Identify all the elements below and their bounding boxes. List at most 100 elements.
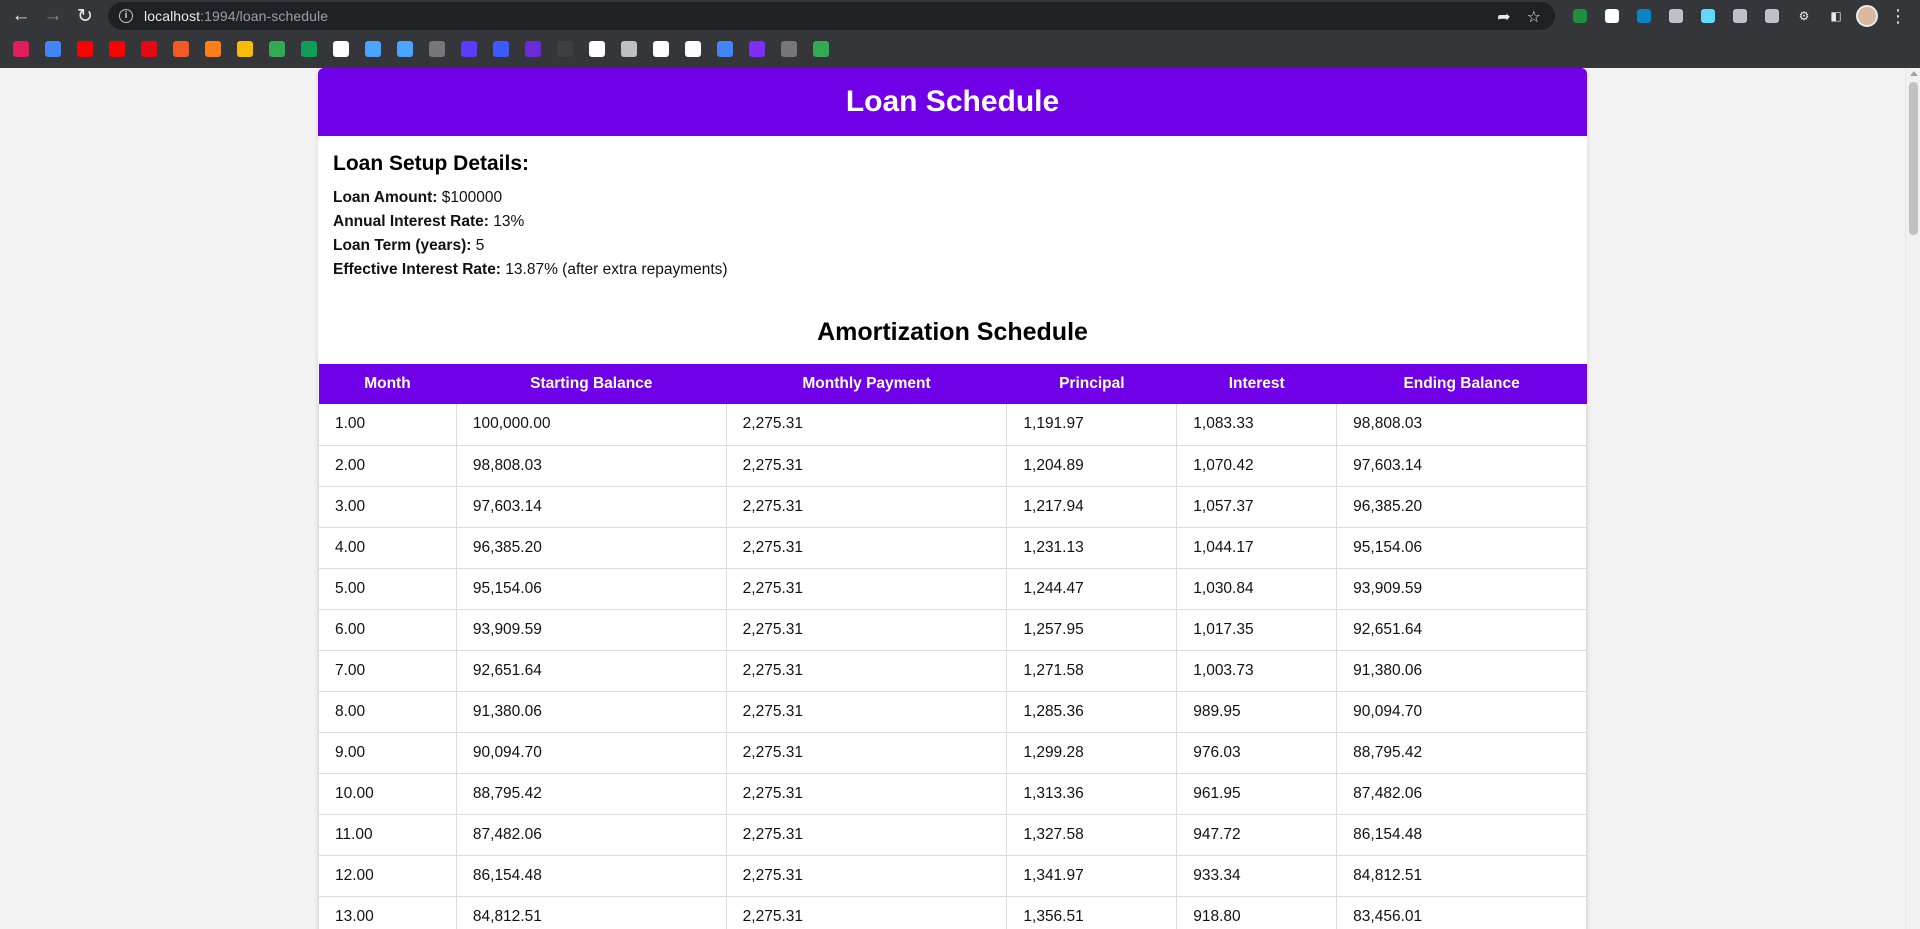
blue-b-ext-icon[interactable] [1632, 5, 1656, 27]
mouse-ext-icon-glyph [1669, 9, 1683, 23]
slack-bookmark-icon-glyph [13, 41, 29, 57]
drive-bookmark-icon-glyph [813, 41, 829, 57]
chrome-menu-icon[interactable]: ⋮ [1886, 5, 1910, 27]
scrollbar-thumb[interactable] [1909, 82, 1918, 235]
principal-cell: 1,271.58 [1006, 650, 1178, 692]
field-label: Annual Interest Rate: [333, 213, 489, 230]
loan-amount-line: Loan Amount: $100000 [333, 186, 1572, 210]
red-shield-bookmark-icon-glyph [173, 41, 189, 57]
field-label: Loan Term (years): [333, 237, 472, 254]
reload-icon[interactable]: ↻ [70, 1, 100, 31]
column-header-interest: Interest [1176, 364, 1337, 404]
field-value: 5 [471, 237, 485, 254]
purple-square-bookmark-icon[interactable] [458, 38, 480, 60]
page-scrollbar[interactable] [1905, 68, 1920, 929]
grey-gear2-bookmark-icon[interactable] [778, 38, 800, 60]
w-ext-icon[interactable] [1600, 5, 1624, 27]
address-bar[interactable]: i localhost:1994/loan-schedule ➦ ☆ [108, 2, 1555, 30]
sheets-bookmark-icon-glyph [301, 41, 317, 57]
grey-gear-bookmark-icon[interactable] [426, 38, 448, 60]
month-cell: 2.00 [318, 445, 457, 487]
loan-setup-section: Loan Setup Details: Loan Amount: $100000… [318, 136, 1587, 282]
monthly-payment-cell: 2,275.31 [726, 486, 1008, 528]
interest-cell: 961.95 [1176, 773, 1338, 815]
medium-bookmark-icon[interactable] [586, 38, 608, 60]
multicolor-bookmark-icon[interactable] [42, 38, 64, 60]
column-header-starting-balance: Starting Balance [456, 364, 727, 404]
principal-cell: 1,191.97 [1006, 404, 1178, 446]
running-man-bookmark-icon-glyph [269, 41, 285, 57]
vuex-ext-icon[interactable] [1760, 5, 1784, 27]
youtube-music-bookmark-icon[interactable] [106, 38, 128, 60]
forward-arrow-icon[interactable]: → [38, 1, 68, 31]
monthly-payment-cell: 2,275.31 [726, 896, 1008, 929]
url-text[interactable]: localhost:1994/loan-schedule [144, 8, 328, 24]
principal-cell: 1,341.97 [1006, 855, 1178, 897]
monthly-payment-cell: 2,275.31 [726, 568, 1008, 610]
medium-bookmark-icon-glyph [589, 41, 605, 57]
interest-cell: 947.72 [1176, 814, 1338, 856]
starting-balance-cell: 86,154.48 [456, 855, 727, 897]
principal-cell: 1,313.36 [1006, 773, 1178, 815]
scroll-up-arrow-icon[interactable] [1910, 71, 1918, 76]
back-arrow-icon[interactable]: ← [6, 1, 36, 31]
youtube-bookmark-icon-glyph [77, 41, 93, 57]
sheets-bookmark-icon[interactable] [298, 38, 320, 60]
field-label: Effective Interest Rate: [333, 261, 501, 278]
netflix-bookmark-icon[interactable] [138, 38, 160, 60]
netflix-bookmark-icon-glyph [141, 41, 157, 57]
page-title: Loan Schedule [845, 85, 1060, 118]
interest-cell: 933.34 [1176, 855, 1338, 897]
calendar-bookmark-icon[interactable] [714, 38, 736, 60]
table-row: 5.00 95,154.06 2,275.31 1,244.47 1,030.84 93,… [318, 568, 1587, 610]
y-bookmark-icon[interactable] [394, 38, 416, 60]
table-row: 3.00 97,603.14 2,275.31 1,217.94 1,057.37 96,… [318, 486, 1587, 528]
vue-ext-icon[interactable] [1728, 5, 1752, 27]
ending-balance-cell: 95,154.06 [1336, 527, 1587, 569]
month-cell: 3.00 [318, 486, 457, 528]
drive-bookmark-icon[interactable] [810, 38, 832, 60]
bookmark-star-icon[interactable]: ☆ [1527, 7, 1541, 27]
share-icon[interactable]: ➦ [1497, 7, 1510, 27]
extensions-puzzle-icon[interactable]: ⚙ [1792, 5, 1816, 27]
percent-bookmark-icon[interactable] [618, 38, 640, 60]
month-cell: 8.00 [318, 691, 457, 733]
column-header-principal: Principal [1006, 364, 1177, 404]
notion-bookmark-icon[interactable] [650, 38, 672, 60]
red-shield-bookmark-icon[interactable] [170, 38, 192, 60]
side-panel-icon[interactable]: ◧ [1824, 5, 1848, 27]
interest-cell: 976.03 [1176, 732, 1338, 774]
interest-cell: 989.95 [1176, 691, 1338, 733]
blue-diamond-bookmark-icon[interactable] [490, 38, 512, 60]
amazon-bookmark-icon[interactable] [330, 38, 352, 60]
site-info-icon[interactable]: i [119, 9, 133, 23]
column-header-monthly-payment: Monthly Payment [726, 364, 1007, 404]
notion-bookmark-icon-glyph [653, 41, 669, 57]
purple-pill-bookmark-icon[interactable] [746, 38, 768, 60]
interest-cell: 918.80 [1176, 896, 1338, 929]
ending-balance-cell: 91,380.06 [1336, 650, 1587, 692]
ending-balance-cell: 96,385.20 [1336, 486, 1587, 528]
multicolor-bookmark-icon-glyph [45, 41, 61, 57]
slack-bookmark-icon[interactable] [10, 38, 32, 60]
column-header-month: Month [318, 364, 457, 404]
mouse-ext-icon[interactable] [1664, 5, 1688, 27]
profile-avatar[interactable] [1856, 5, 1878, 27]
youtube-music-bookmark-icon-glyph [109, 41, 125, 57]
table-row: 6.00 93,909.59 2,275.31 1,257.95 1,017.35 92,… [318, 609, 1587, 651]
youtube-bookmark-icon[interactable] [74, 38, 96, 60]
running-man-bookmark-icon[interactable] [266, 38, 288, 60]
loan-term-line: Loan Term (years): 5 [333, 234, 1572, 258]
month-cell: 13.00 [318, 896, 457, 929]
green-ext-icon[interactable] [1568, 5, 1592, 27]
swiggy-bookmark-icon[interactable] [202, 38, 224, 60]
blue-diamond-bookmark-icon-glyph [493, 41, 509, 57]
purple-circle-bookmark-icon[interactable] [522, 38, 544, 60]
globe-bookmark-icon[interactable] [682, 38, 704, 60]
crescent-bookmark-icon[interactable] [362, 38, 384, 60]
react-ext-icon[interactable] [1696, 5, 1720, 27]
keep-bookmark-icon[interactable] [234, 38, 256, 60]
dark-bookmark-icon[interactable] [554, 38, 576, 60]
amazon-bookmark-icon-glyph [333, 41, 349, 57]
principal-cell: 1,327.58 [1006, 814, 1178, 856]
